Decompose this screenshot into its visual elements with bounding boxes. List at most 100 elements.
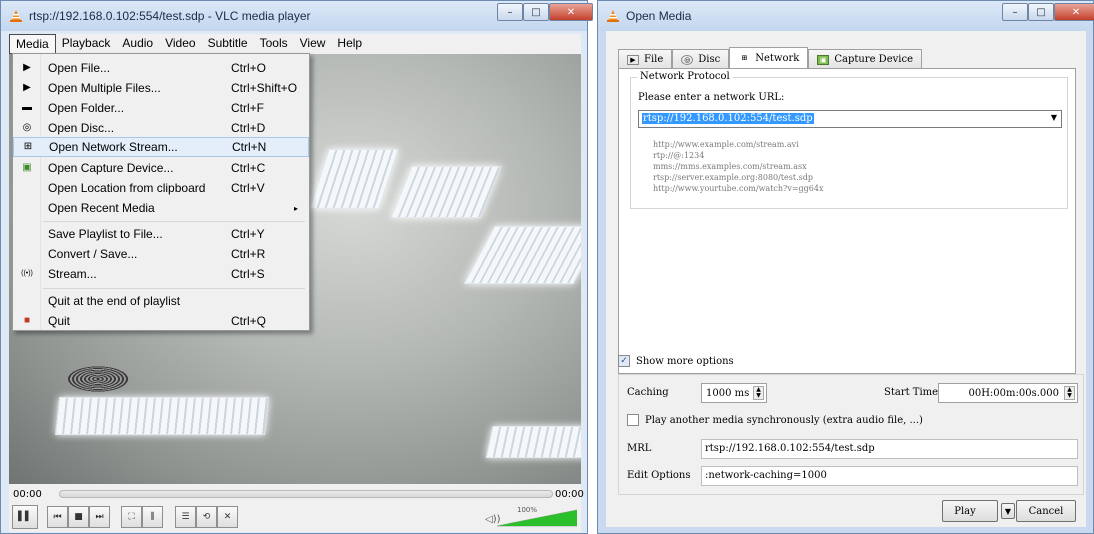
disc-icon: ◎ (681, 54, 694, 65)
playlist-button[interactable]: ☰ (175, 506, 196, 528)
menu-playback[interactable]: Playback (56, 34, 117, 54)
capture-device-icon: ▣ (22, 162, 32, 173)
tab-capture-device[interactable]: ▣ Capture Device (808, 49, 922, 69)
minimize-button[interactable]: – (497, 3, 523, 21)
url-prompt: Please enter a network URL: (638, 92, 785, 103)
network-icon: ⊞ (23, 141, 33, 152)
play-file-icon: ▶ (23, 82, 31, 93)
folder-icon: ▬ (22, 102, 32, 113)
stop-button[interactable]: ■ (68, 506, 89, 528)
stream-icon: ((•)) (21, 270, 33, 277)
start-time-label: Start Time (884, 387, 939, 398)
ceiling-vent (67, 366, 129, 392)
tab-disc[interactable]: ◎ Disc (672, 49, 730, 69)
next-button[interactable]: ⏭ (89, 506, 110, 528)
menu-audio[interactable]: Audio (116, 34, 159, 54)
cancel-button[interactable]: Cancel (1016, 500, 1076, 522)
volume-slider[interactable] (497, 509, 577, 527)
spin-arrows-icon[interactable]: ▲ ▼ (1064, 386, 1075, 400)
menu-item-open-file[interactable]: ▶ Open File... Ctrl+O (13, 58, 309, 78)
menu-view[interactable]: View (294, 34, 332, 54)
show-more-options-row[interactable]: ✓ Show more options (618, 355, 734, 367)
vlc-cone-icon (607, 10, 619, 22)
show-more-options-label: Show more options (636, 355, 734, 367)
network-url-value: rtsp://192.168.0.102:554/test.sdp (642, 113, 814, 124)
menu-tools[interactable]: Tools (254, 34, 294, 54)
menu-item-open-capture-device[interactable]: ▣ Open Capture Device... Ctrl+C (13, 158, 309, 178)
spin-arrows-icon[interactable]: ▲ ▼ (753, 386, 764, 400)
menu-video[interactable]: Video (159, 34, 201, 54)
vlc-window-title: rtsp://192.168.0.102:554/test.sdp - VLC … (29, 9, 311, 23)
menu-help[interactable]: Help (331, 34, 368, 54)
more-options-panel: Caching 1000 ms ▲ ▼ Start Time 00H:00m:00… (618, 374, 1084, 495)
play-another-media-row[interactable]: Play another media synchronously (extra … (627, 414, 923, 426)
menu-item-open-multiple-files[interactable]: ▶ Open Multiple Files... Ctrl+Shift+O (13, 78, 309, 98)
play-button[interactable]: Play (942, 500, 998, 522)
menu-item-quit[interactable]: ■ Quit Ctrl+Q (13, 311, 309, 331)
open-media-dialog: Open Media – □ ✕ ▶ File ◎ Disc ⊞ Network… (597, 0, 1094, 534)
ceiling-lamp (463, 226, 581, 284)
caching-spinbox[interactable]: 1000 ms ▲ ▼ (701, 383, 767, 403)
maximize-button[interactable]: □ (1028, 3, 1054, 21)
quit-icon: ■ (23, 315, 31, 326)
menu-item-open-folder[interactable]: ▬ Open Folder... Ctrl+F (13, 98, 309, 118)
edit-options-label: Edit Options (627, 470, 691, 481)
network-protocol-group: Network Protocol Please enter a network … (630, 71, 1068, 209)
seek-bar[interactable] (59, 490, 553, 498)
mrl-field[interactable]: rtsp://192.168.0.102:554/test.sdp (701, 439, 1078, 459)
tab-network[interactable]: ⊞ Network (729, 47, 809, 69)
close-button[interactable]: ✕ (549, 3, 593, 21)
menu-item-convert-save[interactable]: Convert / Save... Ctrl+R (13, 244, 309, 264)
minimize-button[interactable]: – (1002, 3, 1028, 21)
url-examples: http://www.example.com/stream.avi rtp://… (653, 140, 824, 193)
disc-icon: ◎ (22, 122, 32, 133)
menu-media[interactable]: Media (9, 34, 56, 54)
menu-subtitle[interactable]: Subtitle (202, 34, 254, 54)
mrl-label: MRL (627, 443, 652, 454)
dialog-titlebar: Open Media – □ ✕ (598, 1, 1094, 31)
menu-separator (43, 288, 305, 289)
fullscreen-button[interactable]: ⛶ (121, 506, 142, 528)
submenu-arrow-icon: ▸ (294, 203, 299, 213)
vlc-cone-icon (10, 10, 22, 22)
group-title: Network Protocol (637, 71, 733, 82)
previous-button[interactable]: ⏮ (47, 506, 68, 528)
menu-item-open-disc[interactable]: ◎ Open Disc... Ctrl+D (13, 118, 309, 138)
play-another-media-checkbox[interactable] (627, 414, 639, 426)
maximize-button[interactable]: □ (523, 3, 549, 21)
edit-options-field[interactable]: :network-caching=1000 (701, 466, 1078, 486)
tab-file[interactable]: ▶ File (618, 49, 673, 69)
menu-item-open-recent-media[interactable]: Open Recent Media ▸ (13, 198, 309, 218)
ceiling-lamp (390, 166, 502, 218)
dialog-title: Open Media (626, 9, 692, 23)
pause-button[interactable]: ▌▌ (12, 505, 38, 529)
menu-item-quit-end-playlist[interactable]: Quit at the end of playlist (13, 291, 309, 311)
loop-button[interactable]: ⟲ (196, 506, 217, 528)
vlc-window: rtsp://192.168.0.102:554/test.sdp - VLC … (0, 0, 593, 534)
vlc-menubar: Media Playback Audio Video Subtitle Tool… (9, 34, 581, 54)
close-button[interactable]: ✕ (1054, 3, 1094, 21)
total-time: 00:00 (555, 489, 584, 500)
ceiling-lamp (309, 149, 399, 209)
shuffle-button[interactable]: ✕ (217, 506, 238, 528)
network-url-combobox[interactable]: rtsp://192.168.0.102:554/test.sdp ▼ (638, 110, 1062, 128)
play-file-icon: ▶ (23, 62, 31, 73)
start-time-spinbox[interactable]: 00H:00m:00s.000 ▲ ▼ (938, 383, 1078, 403)
chevron-down-icon[interactable]: ▼ (1051, 113, 1057, 122)
menu-item-save-playlist[interactable]: Save Playlist to File... Ctrl+Y (13, 224, 309, 244)
menu-item-open-network-stream[interactable]: ⊞ Open Network Stream... Ctrl+N (13, 137, 309, 157)
play-dropdown-button[interactable]: ▼ (1001, 503, 1015, 519)
extended-settings-button[interactable]: ⫼ (142, 506, 163, 528)
elapsed-time: 00:00 (13, 489, 42, 500)
vlc-titlebar: rtsp://192.168.0.102:554/test.sdp - VLC … (1, 1, 593, 31)
capture-device-icon: ▣ (817, 54, 830, 65)
ceiling-lamp (485, 426, 581, 458)
menu-item-open-location-clipboard[interactable]: Open Location from clipboard Ctrl+V (13, 178, 309, 198)
menu-item-stream[interactable]: ((•)) Stream... Ctrl+S (13, 264, 309, 284)
play-another-media-label: Play another media synchronously (extra … (645, 414, 923, 426)
dialog-body: ▶ File ◎ Disc ⊞ Network ▣ Capture Device… (606, 31, 1086, 527)
media-menu-dropdown: ▶ Open File... Ctrl+O ▶ Open Multiple Fi… (12, 53, 310, 331)
ceiling-lamp (55, 397, 269, 435)
show-more-options-checkbox[interactable]: ✓ (618, 355, 630, 367)
network-icon: ⊞ (741, 53, 748, 62)
